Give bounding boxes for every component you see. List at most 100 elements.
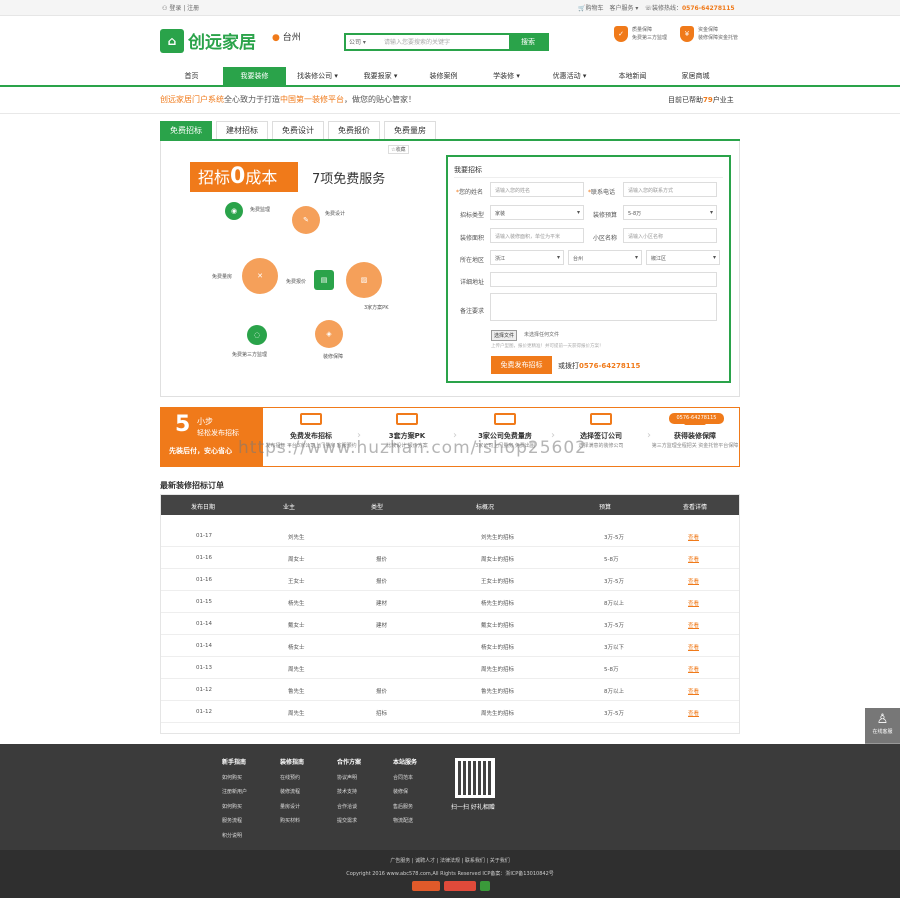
table-cell: 01-16 — [196, 577, 212, 583]
province-select[interactable]: 浙江 — [490, 250, 564, 265]
search-button[interactable]: 搜索 — [509, 35, 547, 49]
search-input[interactable]: 请输入您要搜索的关键字 — [384, 37, 450, 46]
footer-links[interactable]: 广告服务 | 诚聘人才 | 法律法规 | 联系我们 | 关于我们 — [0, 857, 900, 864]
cart-link[interactable]: 🛒购物车 — [578, 3, 604, 12]
footer-link[interactable]: 协议声明 — [337, 771, 361, 786]
side-button-0[interactable]: ♙ 在线客服 — [865, 708, 900, 744]
table-cell: 戴女士 — [288, 623, 305, 629]
nav-item[interactable]: 本地新闻 — [601, 67, 664, 85]
city-selector[interactable]: ● 台州 — [272, 30, 301, 43]
favorite-button[interactable]: ☆收藏 — [388, 145, 409, 154]
table-cell: 周先生 — [288, 711, 305, 717]
tab-3[interactable]: 免费报价 — [328, 121, 380, 139]
trust-badge-icon — [444, 881, 476, 891]
view-detail-link[interactable]: 查看 — [688, 555, 699, 563]
table-cell: 01-12 — [196, 687, 212, 693]
service-menu[interactable]: 客户服务 ▾ — [610, 3, 639, 12]
view-detail-link[interactable]: 查看 — [688, 643, 699, 651]
address-field[interactable] — [490, 272, 717, 287]
footer-link[interactable]: 装修流程 — [280, 785, 304, 800]
step-icon — [396, 413, 418, 425]
nav-item[interactable]: 装修案例 — [412, 67, 475, 85]
footer-link[interactable]: 合同范本 — [393, 771, 417, 786]
register-link[interactable]: 注册 — [187, 5, 199, 12]
hotline: ☏装修热线：0576-64278115 — [644, 5, 735, 12]
view-detail-link[interactable]: 查看 — [688, 621, 699, 629]
view-detail-link[interactable]: 查看 — [688, 687, 699, 695]
seven-services-title: 7项免费服务 — [312, 172, 386, 187]
shield-icon: ✓ — [614, 26, 628, 42]
budget-select[interactable]: 5-8万 — [623, 205, 717, 220]
tab-0[interactable]: 免费招标 — [160, 121, 212, 139]
nav-item[interactable]: 学装修 ▾ — [475, 67, 538, 85]
footer-link[interactable]: 量房设计 — [280, 800, 304, 815]
table-row: 01-13 周先生 周先生的招标 5-8万 查看 — [161, 657, 739, 679]
footer-link[interactable]: 如何购买 — [222, 800, 247, 815]
city-select[interactable]: 台州 — [568, 250, 642, 265]
address-label: 详细地址 — [460, 279, 485, 286]
table-cell: 报价 — [376, 689, 388, 695]
helped-count: 目前已帮助79户业主 — [668, 96, 734, 104]
view-detail-link[interactable]: 查看 — [688, 709, 699, 717]
view-detail-link[interactable]: 查看 — [688, 665, 699, 673]
zero-cost-badge: 招标0成本 — [190, 162, 298, 192]
search-bar: 公司 ▾ 请输入您要搜索的关键字 搜索 — [344, 33, 549, 51]
nav-item[interactable]: 首页 — [160, 67, 223, 85]
phone-field[interactable]: 请输入您的联系方式 — [623, 182, 717, 197]
footer-link[interactable]: 在线预约 — [280, 771, 304, 786]
table-cell: 建材 — [376, 601, 388, 607]
chat-icon: ◌ — [247, 325, 267, 345]
view-detail-link[interactable]: 查看 — [688, 599, 699, 607]
column-header: 标概况 — [476, 504, 495, 511]
table-cell: 01-14 — [196, 621, 212, 627]
view-detail-link[interactable]: 查看 — [688, 577, 699, 585]
tab-1[interactable]: 建材招标 — [216, 121, 268, 139]
choose-file-button[interactable]: 选择文件 — [491, 330, 518, 341]
footer-link[interactable]: 如何购买 — [222, 771, 247, 786]
nav-item[interactable]: 我要装修 — [223, 67, 286, 85]
area-field[interactable]: 请输入装修面积，单位为平米 — [490, 228, 584, 243]
footer-link[interactable]: 积分说明 — [222, 829, 247, 844]
footer-link[interactable]: 装修保 — [393, 785, 417, 800]
location-pin-icon: ● — [272, 33, 280, 43]
tab-2[interactable]: 免费设计 — [272, 121, 324, 139]
footer-link[interactable]: 售后服务 — [393, 800, 417, 815]
search-scope-select[interactable]: 公司 ▾ — [349, 37, 366, 46]
table-cell: 周女士 — [288, 557, 305, 563]
top-bar: ⚇ 登录 | 注册 🛒购物车 客户服务 ▾ ☏装修热线：0576-6427811… — [0, 0, 900, 16]
footer-link[interactable]: 物流配送 — [393, 814, 417, 829]
login-link[interactable]: 登录 — [169, 5, 181, 12]
nav-item[interactable]: 我要报家 ▾ — [349, 67, 412, 85]
table-cell: 3万-5万 — [604, 623, 624, 629]
table-cell: 王女士的招标 — [481, 579, 515, 585]
view-detail-link[interactable]: 查看 — [688, 533, 699, 541]
footer-link[interactable]: 购买材料 — [280, 814, 304, 829]
user-icon: ⚇ — [162, 5, 168, 12]
table-cell: 3万以下 — [604, 645, 624, 651]
submit-tender-button[interactable]: 免费发布招标 — [491, 356, 552, 374]
region-label: 所在地区 — [460, 257, 485, 264]
footer-link[interactable]: 技术支持 — [337, 785, 361, 800]
nav-item[interactable]: 找装修公司 ▾ — [286, 67, 349, 85]
footer-link[interactable]: 服务流程 — [222, 814, 247, 829]
name-field[interactable]: 请输入您的姓名 — [490, 182, 584, 197]
nav-item[interactable]: 优惠活动 ▾ — [538, 67, 601, 85]
phone-label: *联系电话 — [588, 189, 616, 196]
service-label: 免费监理 — [250, 207, 271, 213]
type-select[interactable]: 家装 — [490, 205, 584, 220]
table-row: 01-12 鲁先生 报价 鲁先生的招标 8万以上 查看 — [161, 679, 739, 701]
site-logo[interactable]: ⌂ 创远家居 — [160, 28, 256, 53]
footer-column: 合作方案 协议声明 技术支持 合作洽谈 提交需求 — [337, 756, 361, 829]
table-cell: 01-14 — [196, 643, 212, 649]
footer-link[interactable]: 提交需求 — [337, 814, 361, 829]
remark-textarea[interactable] — [490, 293, 717, 321]
nav-item[interactable]: 家居商城 — [664, 67, 727, 85]
footer-link[interactable]: 注册新用户 — [222, 785, 247, 800]
phone-icon: ☏ — [644, 5, 652, 12]
footer-link[interactable]: 合作洽谈 — [337, 800, 361, 815]
table-row: 01-17 刘先生 刘先生的招标 3万-5万 查看 — [161, 525, 739, 547]
top-right-links: 🛒购物车 客户服务 ▾ ☏装修热线：0576-64278115 — [578, 3, 735, 12]
tab-4[interactable]: 免费量房 — [384, 121, 436, 139]
district-select[interactable]: 椒江区 — [646, 250, 720, 265]
community-field[interactable]: 请输入小区名称 — [623, 228, 717, 243]
